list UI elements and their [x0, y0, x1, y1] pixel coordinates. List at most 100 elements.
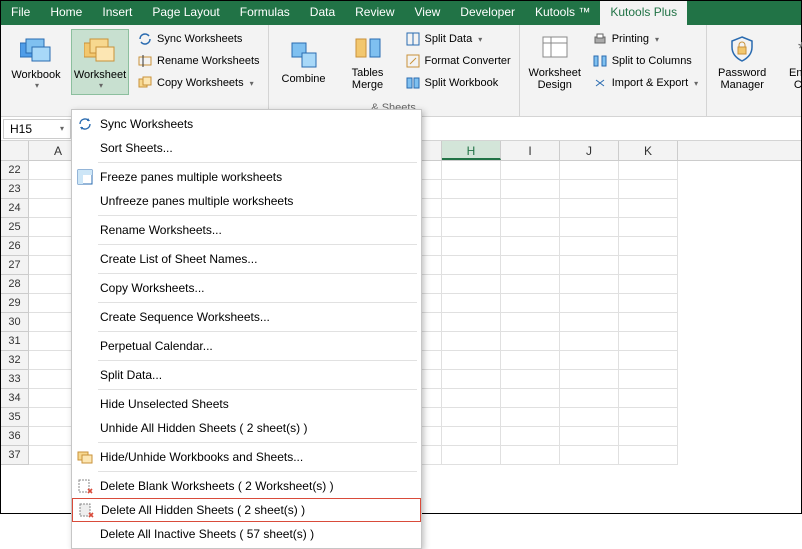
tab-kutools-[interactable]: Kutools ™ [525, 1, 600, 25]
cell[interactable] [442, 237, 501, 256]
row-header-35[interactable]: 35 [1, 408, 29, 427]
cell[interactable] [560, 408, 619, 427]
menu-item-hide-unhide-workbooks-and-sheets[interactable]: Hide/Unhide Workbooks and Sheets... [72, 445, 421, 469]
cell[interactable] [560, 275, 619, 294]
split-data-button[interactable]: Split Data [403, 29, 513, 49]
cell[interactable] [501, 389, 560, 408]
menu-item-perpetual-calendar[interactable]: Perpetual Calendar... [72, 334, 421, 358]
cell[interactable] [619, 218, 678, 237]
col-header-K[interactable]: K [619, 141, 678, 160]
cell[interactable] [619, 427, 678, 446]
cell[interactable] [501, 237, 560, 256]
row-header-31[interactable]: 31 [1, 332, 29, 351]
cell[interactable] [442, 370, 501, 389]
row-header-28[interactable]: 28 [1, 275, 29, 294]
name-box[interactable]: H15 [3, 119, 71, 139]
copy-worksheets-button[interactable]: Copy Worksheets [135, 73, 262, 93]
cell[interactable] [560, 161, 619, 180]
sync-worksheets-button[interactable]: Sync Worksheets [135, 29, 262, 49]
cell[interactable] [619, 313, 678, 332]
format-converter-button[interactable]: Format Converter [403, 51, 513, 71]
tables-merge-button[interactable]: Tables Merge [339, 29, 397, 95]
cell[interactable] [442, 427, 501, 446]
tab-formulas[interactable]: Formulas [230, 1, 300, 25]
cell[interactable] [560, 180, 619, 199]
menu-item-sync-worksheets[interactable]: Sync Worksheets [72, 112, 421, 136]
worksheet-design-button[interactable]: Worksheet Design [526, 29, 584, 95]
cell[interactable] [560, 351, 619, 370]
tab-data[interactable]: Data [300, 1, 345, 25]
workbook-button[interactable]: Workbook [7, 29, 65, 95]
cell[interactable] [501, 275, 560, 294]
row-header-34[interactable]: 34 [1, 389, 29, 408]
cell[interactable] [501, 180, 560, 199]
row-header-32[interactable]: 32 [1, 351, 29, 370]
cell[interactable] [619, 351, 678, 370]
split-to-columns-button[interactable]: Split to Columns [590, 51, 700, 71]
cell[interactable] [501, 313, 560, 332]
row-header-26[interactable]: 26 [1, 237, 29, 256]
cell[interactable] [442, 275, 501, 294]
col-header-H[interactable]: H [442, 141, 501, 160]
tab-view[interactable]: View [405, 1, 451, 25]
menu-item-delete-all-inactive-sheets-sheet-s[interactable]: Delete All Inactive Sheets ( 57 sheet(s)… [72, 522, 421, 546]
cell[interactable] [442, 408, 501, 427]
cell[interactable] [501, 199, 560, 218]
cell[interactable] [442, 313, 501, 332]
row-header-33[interactable]: 33 [1, 370, 29, 389]
col-header-I[interactable]: I [501, 141, 560, 160]
row-header-24[interactable]: 24 [1, 199, 29, 218]
menu-item-rename-worksheets[interactable]: Rename Worksheets... [72, 218, 421, 242]
menu-item-copy-worksheets[interactable]: Copy Worksheets... [72, 276, 421, 300]
printing-button[interactable]: Printing [590, 29, 700, 49]
select-all-corner[interactable] [1, 141, 29, 160]
cell[interactable] [442, 256, 501, 275]
menu-item-sort-sheets[interactable]: Sort Sheets... [72, 136, 421, 160]
cell[interactable] [442, 218, 501, 237]
cell[interactable] [619, 294, 678, 313]
tab-insert[interactable]: Insert [92, 1, 142, 25]
menu-item-split-data[interactable]: Split Data... [72, 363, 421, 387]
cell[interactable] [619, 389, 678, 408]
encrypt-cells-button[interactable]: *** Encryp Cells [777, 29, 802, 95]
row-header-30[interactable]: 30 [1, 313, 29, 332]
cell[interactable] [619, 199, 678, 218]
tab-developer[interactable]: Developer [450, 1, 525, 25]
tab-kutools-plus[interactable]: Kutools Plus [600, 1, 687, 25]
cell[interactable] [442, 180, 501, 199]
cell[interactable] [501, 332, 560, 351]
row-header-29[interactable]: 29 [1, 294, 29, 313]
cell[interactable] [501, 446, 560, 465]
cell[interactable] [560, 313, 619, 332]
cell[interactable] [442, 351, 501, 370]
import-export-button[interactable]: Import & Export [590, 73, 700, 93]
menu-item-hide-unselected-sheets[interactable]: Hide Unselected Sheets [72, 392, 421, 416]
tab-page-layout[interactable]: Page Layout [142, 1, 229, 25]
cell[interactable] [501, 427, 560, 446]
worksheet-button[interactable]: Worksheet [71, 29, 129, 95]
cell[interactable] [442, 332, 501, 351]
tab-home[interactable]: Home [40, 1, 92, 25]
rename-worksheets-button[interactable]: Rename Worksheets [135, 51, 262, 71]
cell[interactable] [501, 370, 560, 389]
cell[interactable] [560, 199, 619, 218]
menu-item-create-list-of-sheet-names[interactable]: Create List of Sheet Names... [72, 247, 421, 271]
cell[interactable] [619, 408, 678, 427]
cell[interactable] [619, 161, 678, 180]
row-header-36[interactable]: 36 [1, 427, 29, 446]
cell[interactable] [501, 408, 560, 427]
col-header-J[interactable]: J [560, 141, 619, 160]
cell[interactable] [560, 237, 619, 256]
cell[interactable] [442, 161, 501, 180]
cell[interactable] [619, 256, 678, 275]
cell[interactable] [442, 199, 501, 218]
tab-file[interactable]: File [1, 1, 40, 25]
menu-item-delete-blank-worksheets-worksheet-s[interactable]: Delete Blank Worksheets ( 2 Worksheet(s)… [72, 474, 421, 498]
cell[interactable] [619, 446, 678, 465]
cell[interactable] [560, 446, 619, 465]
cell[interactable] [619, 180, 678, 199]
cell[interactable] [619, 370, 678, 389]
row-header-23[interactable]: 23 [1, 180, 29, 199]
cell[interactable] [619, 332, 678, 351]
cell[interactable] [501, 351, 560, 370]
